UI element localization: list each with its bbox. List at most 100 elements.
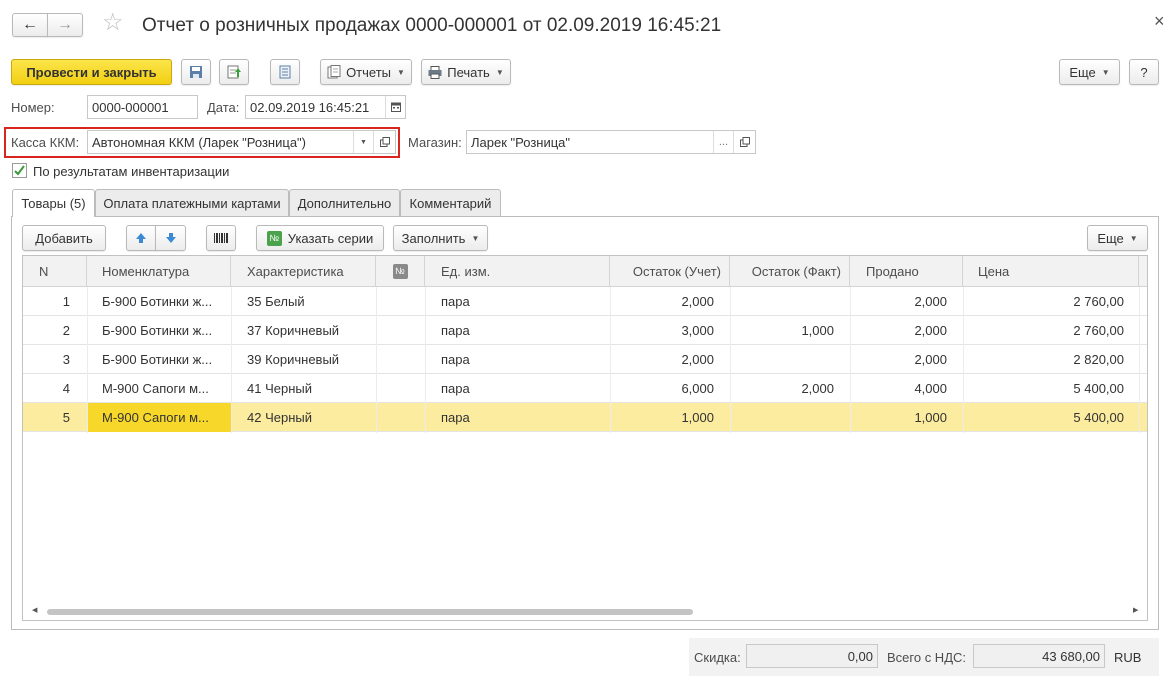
cell-unit: пара (441, 352, 470, 367)
cell-nomenclature[interactable]: М-900 Сапоги м... (87, 403, 231, 432)
page-title: Отчет о розничных продажах 0000-000001 о… (142, 15, 722, 36)
cell-stock-fact (730, 287, 842, 316)
column-header-characteristic[interactable]: Характеристика (231, 256, 376, 287)
discount-label: Скидка: (694, 650, 741, 665)
discount-field: 0,00 (746, 644, 878, 668)
store-select-button[interactable]: ... (713, 131, 733, 153)
column-header-n[interactable]: N (23, 256, 87, 287)
table-row[interactable]: 4 М-900 Сапоги м... 41 Черный пара 6,000… (23, 374, 1147, 403)
fill-button[interactable]: Заполнить ▼ (393, 225, 488, 251)
forward-button[interactable]: → (47, 13, 83, 37)
column-header-stock-fact[interactable]: Остаток (Факт) (730, 256, 850, 287)
print-label: Печать (447, 64, 490, 80)
total-value: 43 680,00 (1042, 648, 1100, 664)
cell-price: 2 760,00 (1073, 323, 1124, 338)
cell-sold: 4,000 (914, 381, 947, 396)
more-button[interactable]: Еще ▼ (1059, 59, 1120, 85)
date-label: Дата: (207, 100, 240, 115)
cell-stock-fact (730, 345, 842, 374)
move-up-button[interactable] (126, 225, 156, 251)
column-header-number[interactable]: № (376, 256, 425, 287)
tab-comment[interactable]: Комментарий (400, 189, 501, 216)
column-divider (376, 287, 377, 433)
reports-button[interactable]: Отчеты ▼ (320, 59, 412, 85)
column-header-price[interactable]: Цена (963, 256, 1139, 287)
add-button[interactable]: Добавить (22, 225, 106, 251)
table-row[interactable]: 1 Б-900 Ботинки ж... 35 Белый пара 2,000… (23, 287, 1147, 316)
forward-arrow-icon: → (57, 16, 73, 33)
column-header-sold[interactable]: Продано (850, 256, 963, 287)
post-button[interactable] (219, 59, 249, 85)
kkm-label: Касса ККМ: (11, 135, 80, 150)
table-more-label: Еще (1097, 230, 1124, 246)
structure-button[interactable] (270, 59, 300, 85)
store-field[interactable]: Ларек "Розница" ... (466, 130, 756, 154)
inventory-label: По результатам инвентаризации (33, 164, 230, 179)
scroll-left-icon[interactable]: ◀ (32, 606, 37, 614)
kkm-select[interactable]: Автономная ККМ (Ларек "Розница") ▼ (87, 130, 396, 154)
chevron-down-icon: ▼ (397, 67, 405, 77)
cell-stock-accounting: 3,000 (681, 323, 714, 338)
date-field[interactable]: 02.09.2019 16:45:21 (245, 95, 406, 119)
save-icon (190, 66, 202, 78)
total-label: Всего с НДС: (887, 650, 967, 665)
save-button[interactable] (181, 59, 211, 85)
column-header-unit[interactable]: Ед. изм. (425, 256, 610, 287)
tab-additional-label: Дополнительно (297, 195, 392, 211)
tab-additional[interactable]: Дополнительно (289, 189, 400, 216)
tab-card-payments-label: Оплата платежными картами (103, 195, 281, 211)
star-icon[interactable]: ☆ (102, 11, 124, 35)
column-divider (850, 287, 851, 433)
cell-characteristic: 35 Белый (247, 294, 305, 309)
horizontal-scrollbar[interactable] (47, 609, 693, 615)
goods-table[interactable]: N Номенклатура Характеристика № Ед. изм.… (22, 255, 1148, 621)
cell-n: 1 (62, 294, 70, 309)
cell-n: 2 (62, 323, 70, 338)
cell-unit: пара (441, 294, 470, 309)
column-header-stock-accounting[interactable]: Остаток (Учет) (610, 256, 730, 287)
store-open-button[interactable] (733, 131, 755, 153)
tab-goods-label: Товары (5) (21, 196, 86, 211)
cell-price: 2 760,00 (1073, 294, 1124, 309)
table-row-selected[interactable]: 5 М-900 Сапоги м... 42 Черный пара 1,000… (23, 403, 1147, 432)
back-button[interactable]: ← (12, 13, 48, 37)
kkm-dropdown-button[interactable]: ▼ (353, 131, 373, 153)
table-row[interactable]: 3 Б-900 Ботинки ж... 39 Коричневый пара … (23, 345, 1147, 374)
cell-n: 5 (62, 410, 70, 425)
help-label: ? (1140, 64, 1148, 80)
tab-card-payments[interactable]: Оплата платежными картами (95, 189, 289, 216)
column-divider (231, 287, 232, 433)
close-icon[interactable]: × (1154, 11, 1165, 32)
table-more-button[interactable]: Еще ▼ (1087, 225, 1148, 251)
column-divider (963, 287, 964, 433)
tab-goods[interactable]: Товары (5) (12, 189, 95, 217)
structure-icon (279, 65, 291, 79)
inventory-checkbox[interactable] (12, 163, 27, 178)
calendar-icon (390, 102, 401, 112)
column-header-nomenclature[interactable]: Номенклатура (87, 256, 231, 287)
cell-unit: пара (441, 381, 470, 396)
column-divider (425, 287, 426, 433)
total-field: 43 680,00 (973, 644, 1105, 668)
column-divider (1139, 287, 1140, 433)
kkm-open-button[interactable] (373, 131, 395, 153)
column-divider (610, 287, 611, 433)
specify-series-button[interactable]: № Указать серии (256, 225, 384, 251)
cell-sold: 1,000 (914, 410, 947, 425)
calendar-button[interactable] (385, 96, 405, 118)
table-row[interactable]: 2 Б-900 Ботинки ж... 37 Коричневый пара … (23, 316, 1147, 345)
date-value: 02.09.2019 16:45:21 (250, 99, 370, 115)
tab-comment-label: Комментарий (409, 195, 492, 211)
scroll-right-icon[interactable]: ▶ (1133, 606, 1138, 614)
move-up-icon (136, 233, 146, 243)
post-and-close-button[interactable]: Провести и закрыть (11, 59, 172, 85)
help-button[interactable]: ? (1129, 59, 1159, 85)
specify-series-label: Указать серии (287, 230, 374, 246)
move-down-button[interactable] (155, 225, 186, 251)
column-divider (87, 287, 88, 433)
number-field[interactable]: 0000-000001 (87, 95, 198, 119)
cell-nomenclature: М-900 Сапоги м... (102, 381, 209, 396)
print-button[interactable]: Печать ▼ (421, 59, 511, 85)
cell-sold: 2,000 (914, 294, 947, 309)
barcode-button[interactable] (206, 225, 236, 251)
